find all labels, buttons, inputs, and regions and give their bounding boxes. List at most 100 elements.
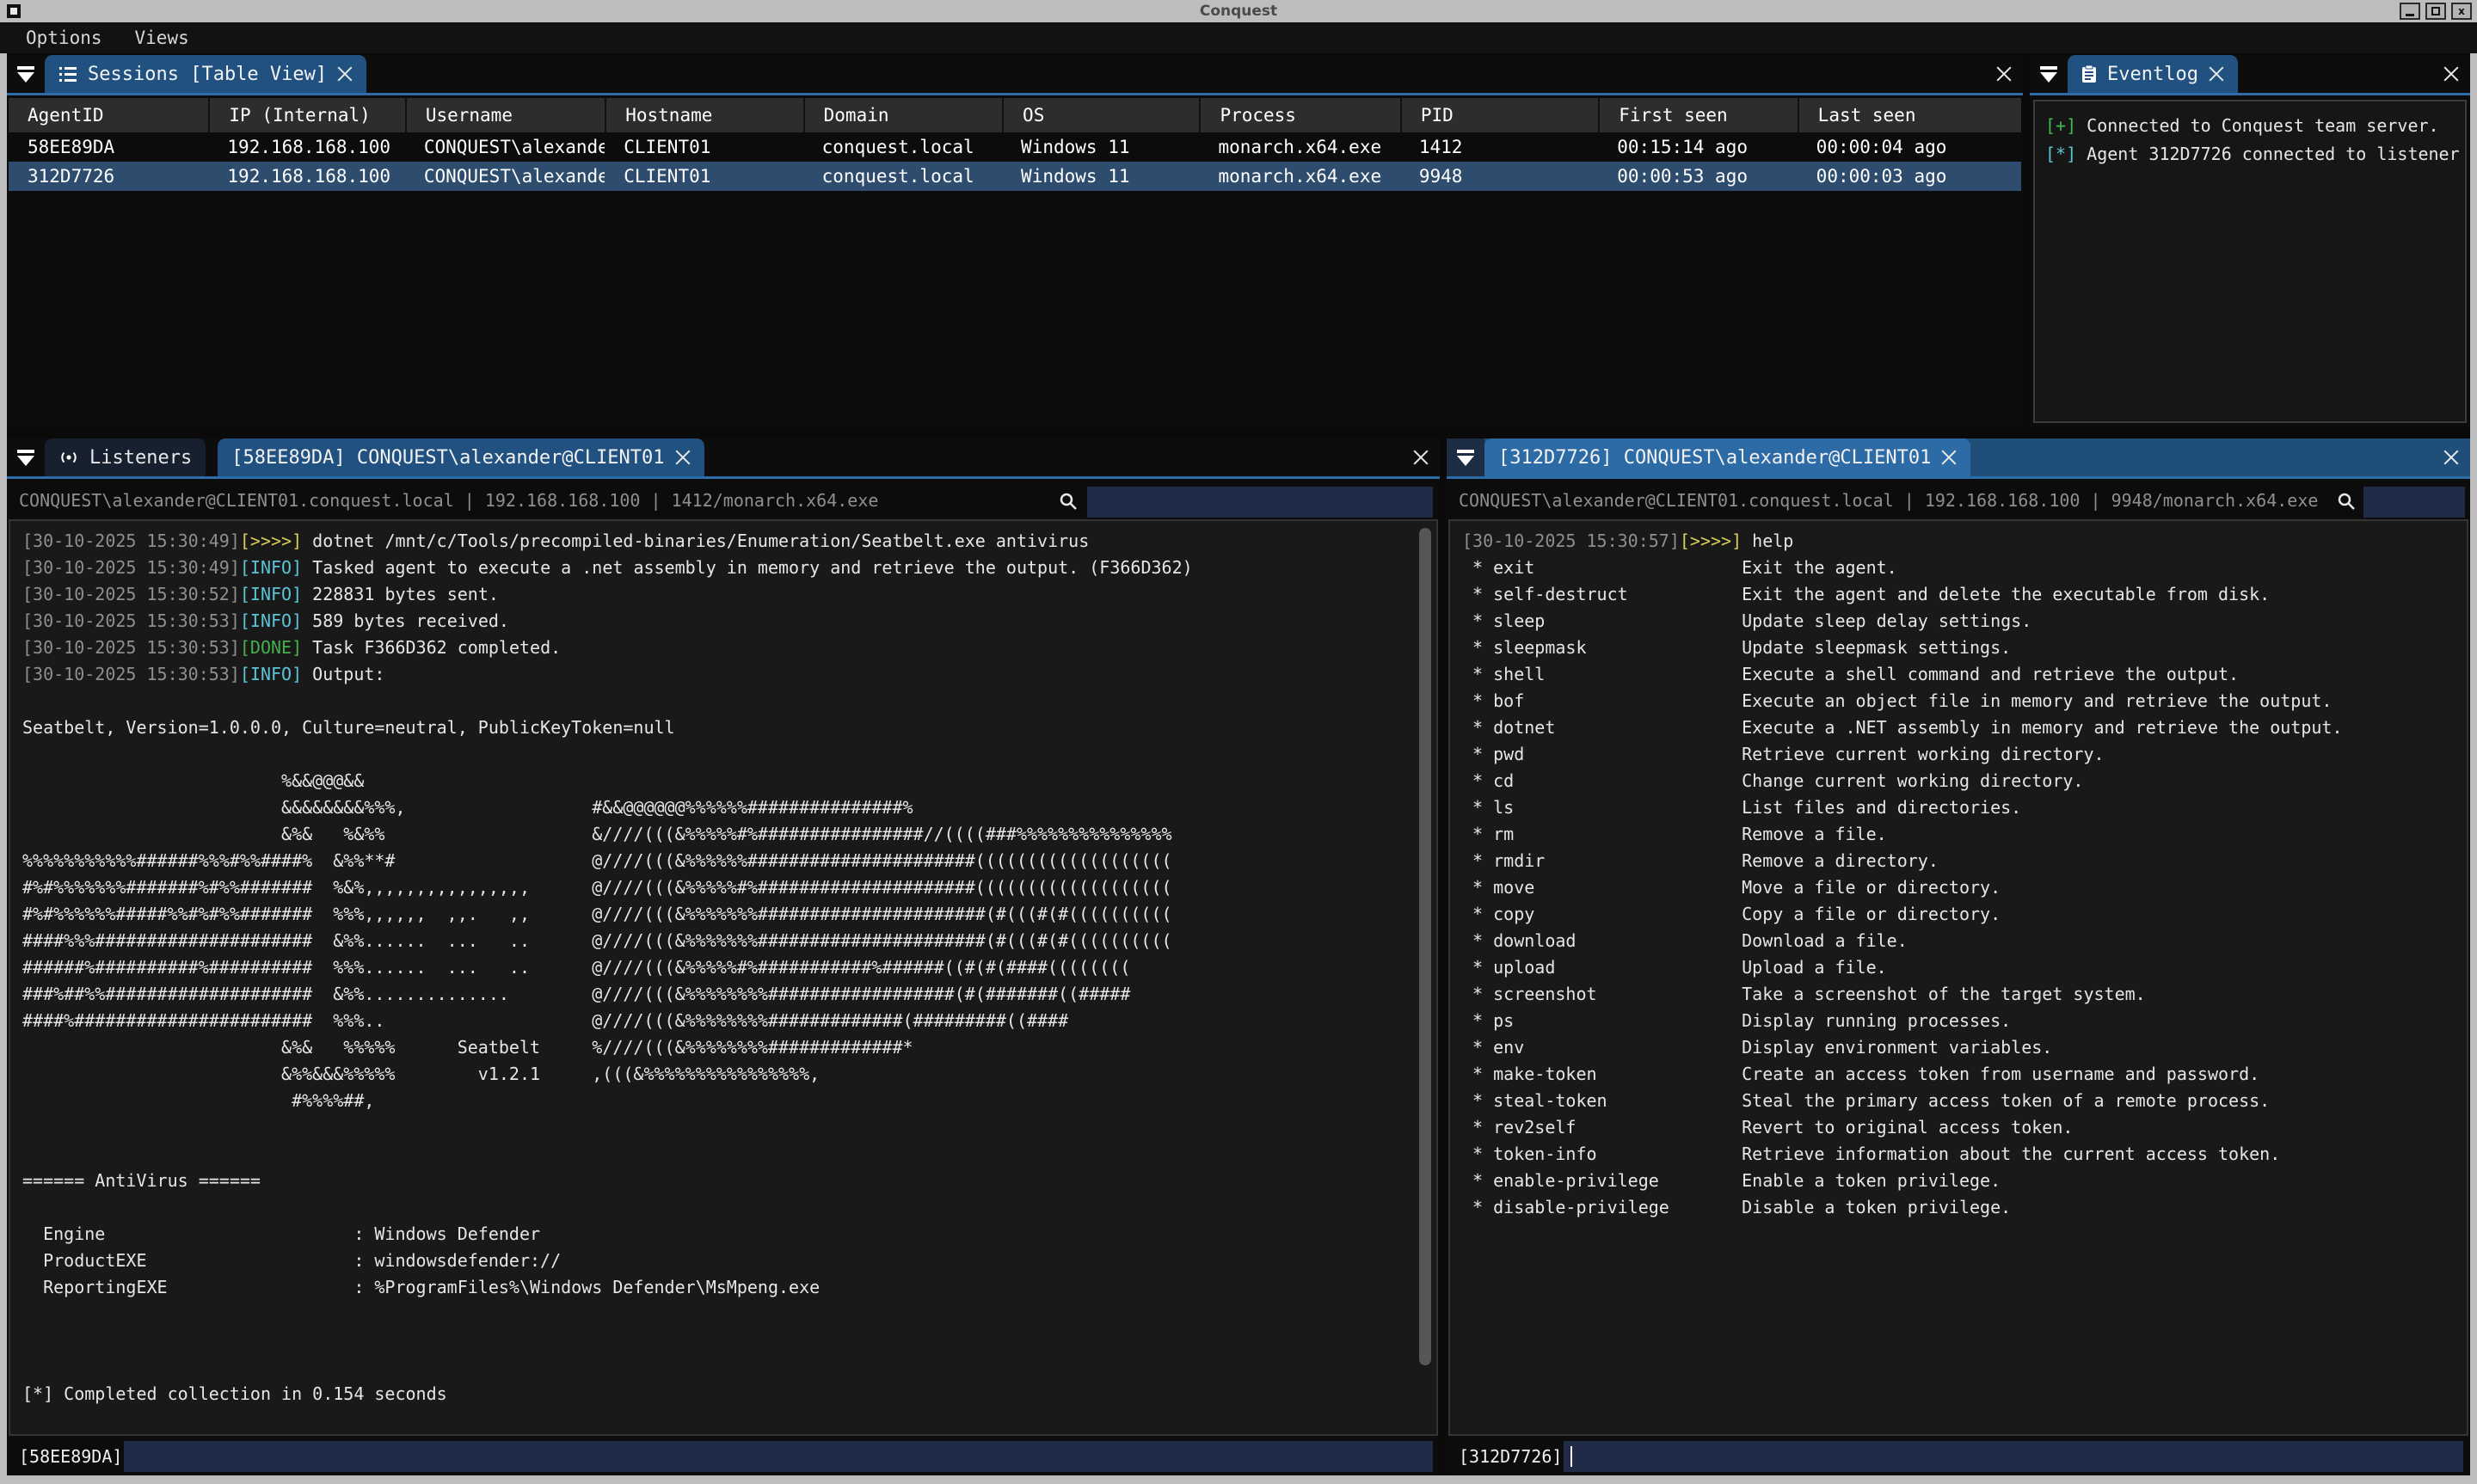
sessions-panel: Sessions [Table View] AgentIDIP (Interna… xyxy=(7,55,2023,428)
sessions-collapse-button[interactable] xyxy=(7,55,45,93)
list-icon xyxy=(58,65,77,83)
right-console-output[interactable]: [30-10-2025 15:30:57][>>>>] help * exit … xyxy=(1448,519,2468,1436)
left-console-panel: Listeners [58EE89DA] CONQUEST\alexander@… xyxy=(7,438,1440,1475)
clipboard-icon xyxy=(2081,64,2097,83)
right-console-command-input[interactable] xyxy=(1564,1441,2463,1472)
tab-listeners[interactable]: Listeners xyxy=(45,438,206,476)
console-line: ###%##%%#################### &%%........… xyxy=(22,981,1436,1008)
search-icon xyxy=(2336,491,2357,512)
console-line: &%%&&&%%%%% v1.2.1 ,(((&%%%%%%%%%%%%%%%%… xyxy=(22,1061,1436,1088)
tab-sessions-table-view[interactable]: Sessions [Table View] xyxy=(45,55,366,93)
close-icon xyxy=(1996,66,2012,82)
right-console-collapse-button[interactable] xyxy=(1447,438,1484,476)
cell: 192.168.168.100 xyxy=(208,162,404,191)
collapse-icon xyxy=(15,64,36,83)
column-header-last-seen: Last seen xyxy=(1798,98,2021,132)
console-line: %&&@@@&& xyxy=(22,768,1436,794)
close-button[interactable]: x xyxy=(2451,3,2472,20)
left-console-panel-close[interactable] xyxy=(1402,438,1440,476)
menu-item-options[interactable]: Options xyxy=(26,28,102,48)
console-line xyxy=(22,1354,1436,1381)
menu-bar: Options Views xyxy=(0,22,2477,53)
tab-session-label: [312D7726] CONQUEST\alexander@CLIENT01 xyxy=(1498,447,1931,469)
console-line: %%%%%%%%%%%######%%%#%%####% &%%**# @///… xyxy=(22,848,1436,874)
tab-close-icon[interactable] xyxy=(2209,66,2224,82)
console-line: ######%##########%########## %%%...... .… xyxy=(22,954,1436,981)
cell: 9948 xyxy=(1400,162,1598,191)
tab-session-58EE89DA[interactable]: [58EE89DA] CONQUEST\alexander@CLIENT01 xyxy=(218,438,704,476)
right-console-panel-close[interactable] xyxy=(2432,438,2470,476)
console-line: * steal-token Steal the primary access t… xyxy=(1462,1088,2467,1114)
left-console-search-input[interactable] xyxy=(1087,487,1433,518)
cell: conquest.local xyxy=(803,132,1002,162)
search-icon xyxy=(1058,491,1079,512)
left-console-prompt-row: [58EE89DA] xyxy=(7,1439,1440,1474)
cell: 00:15:14 ago xyxy=(1598,132,1797,162)
cell: monarch.x64.exe xyxy=(1199,162,1399,191)
right-console-header: [312D7726] CONQUEST\alexander@CLIENT01 xyxy=(1447,438,2470,476)
tab-eventlog[interactable]: Eventlog xyxy=(2068,55,2238,93)
console-line: * env Display environment variables. xyxy=(1462,1034,2467,1061)
maximize-button[interactable] xyxy=(2425,3,2446,20)
console-line: * rev2self Revert to original access tok… xyxy=(1462,1114,2467,1141)
agent-meta-line: CONQUEST\alexander@CLIENT01.conquest.loc… xyxy=(19,490,878,511)
session-row-58EE89DA[interactable]: 58EE89DA192.168.168.100CONQUEST\alexande… xyxy=(9,132,2021,162)
left-console-lines: [30-10-2025 15:30:49][>>>>] dotnet /mnt/… xyxy=(22,528,1436,1407)
cell: 58EE89DA xyxy=(9,132,208,162)
console-line xyxy=(22,1114,1436,1141)
console-line xyxy=(22,1301,1436,1328)
conquest-window: Conquest x Options Views xyxy=(0,0,2477,1484)
cell: conquest.local xyxy=(803,162,1002,191)
tab-listeners-label: Listeners xyxy=(89,447,192,469)
console-line: * shell Execute a shell command and retr… xyxy=(1462,661,2467,688)
left-console-scrollbar[interactable] xyxy=(1419,528,1431,1427)
sessions-panel-close[interactable] xyxy=(1985,55,2023,93)
console-line xyxy=(22,741,1436,768)
console-line: &&&&&&&&%%%, #&&@@@@@@%%%%%%############… xyxy=(22,794,1436,821)
console-line: * token-info Retrieve information about … xyxy=(1462,1141,2467,1168)
eventlog-panel-close[interactable] xyxy=(2432,55,2470,93)
console-line: [30-10-2025 15:30:49][INFO] Tasked agent… xyxy=(22,555,1436,581)
minimize-icon xyxy=(2406,14,2414,16)
collapse-icon xyxy=(15,448,36,467)
left-console-command-input[interactable] xyxy=(124,1441,1433,1472)
cell: 1412 xyxy=(1400,132,1598,162)
console-line: * copy Copy a file or directory. xyxy=(1462,901,2467,928)
close-icon xyxy=(1413,450,1429,465)
console-line xyxy=(22,1328,1436,1354)
sessions-panel-header: Sessions [Table View] xyxy=(7,55,2023,93)
tab-session-312D7726[interactable]: [312D7726] CONQUEST\alexander@CLIENT01 xyxy=(1484,438,1970,476)
console-line: ====== AntiVirus ====== xyxy=(22,1168,1436,1194)
scrollbar-thumb[interactable] xyxy=(1419,528,1431,1365)
broadcast-icon xyxy=(58,448,79,467)
console-line: [30-10-2025 15:30:53][DONE] Task F366D36… xyxy=(22,635,1436,661)
cell: CONQUEST\alexander xyxy=(405,162,605,191)
tab-close-icon[interactable] xyxy=(1941,450,1957,465)
menu-item-views[interactable]: Views xyxy=(135,28,189,48)
console-line: * bof Execute an object file in memory a… xyxy=(1462,688,2467,714)
agent-meta-line: CONQUEST\alexander@CLIENT01.conquest.loc… xyxy=(1459,490,2318,511)
session-row-312D7726[interactable]: 312D7726192.168.168.100CONQUEST\alexande… xyxy=(9,162,2021,191)
console-line: ReportingEXE : %ProgramFiles%\Windows De… xyxy=(22,1274,1436,1301)
right-console-lines: [30-10-2025 15:30:57][>>>>] help * exit … xyxy=(1462,528,2467,1221)
left-console-collapse-button[interactable] xyxy=(7,438,45,476)
tab-close-icon[interactable] xyxy=(675,450,691,465)
left-console-output[interactable]: [30-10-2025 15:30:49][>>>>] dotnet /mnt/… xyxy=(9,519,1438,1436)
column-header-process: Process xyxy=(1199,98,1399,132)
console-line: Engine : Windows Defender xyxy=(22,1221,1436,1248)
eventlog-output[interactable]: [+] Connected to Conquest team server.[*… xyxy=(2033,100,2467,423)
close-icon xyxy=(2443,450,2459,465)
right-console-search-input[interactable] xyxy=(2363,487,2465,518)
console-line: * move Move a file or directory. xyxy=(1462,874,2467,901)
console-line: [*] Completed collection in 0.154 second… xyxy=(22,1381,1436,1407)
console-line: [30-10-2025 15:30:57][>>>>] help xyxy=(1462,528,2467,555)
left-console-header: Listeners [58EE89DA] CONQUEST\alexander@… xyxy=(7,438,1440,476)
minimize-button[interactable] xyxy=(2400,3,2420,20)
column-header-first-seen: First seen xyxy=(1598,98,1797,132)
console-line xyxy=(22,688,1436,714)
tab-close-icon[interactable] xyxy=(337,66,353,82)
console-line: * rmdir Remove a directory. xyxy=(1462,848,2467,874)
eventlog-collapse-button[interactable] xyxy=(2030,55,2068,93)
console-line: #%%%%##, xyxy=(22,1088,1436,1114)
cell: CLIENT01 xyxy=(605,162,802,191)
